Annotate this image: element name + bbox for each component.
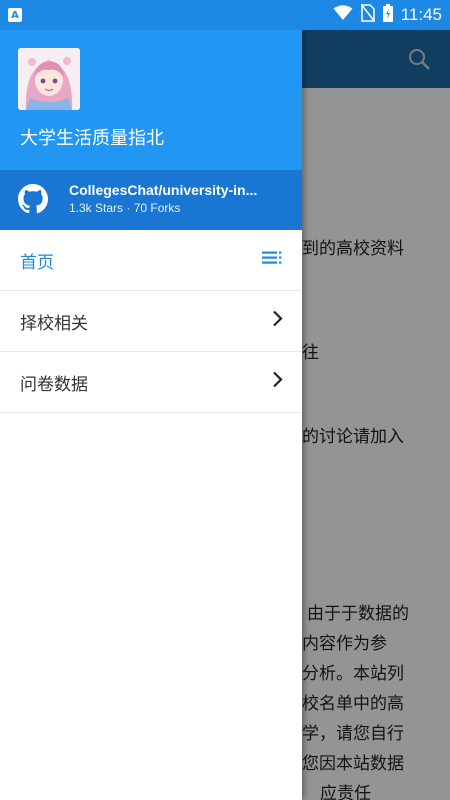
repo-stats: 1.3k Stars · 70 Forks <box>69 201 181 215</box>
repo-name: CollegesChat/university-in... <box>69 182 258 198</box>
nav-item-label: 首页 <box>20 252 54 273</box>
chevron-right-icon <box>272 310 284 332</box>
status-right: 11:45 <box>333 3 442 26</box>
wifi-icon <box>333 5 353 25</box>
nav-item-label: 择校相关 <box>20 313 88 334</box>
nav-item-school-selection[interactable]: 择校相关 <box>0 291 302 352</box>
battery-icon <box>382 4 393 26</box>
nav-item-home[interactable]: 首页 <box>0 230 302 291</box>
list-icon[interactable] <box>262 250 284 271</box>
navigation-drawer: 大学生活质量指北 CollegesChat/university-in... 1… <box>0 30 302 800</box>
github-icon <box>18 184 48 214</box>
status-left: A <box>8 8 22 22</box>
app-notification-icon: A <box>8 8 22 22</box>
chevron-right-icon <box>272 371 284 393</box>
no-sim-icon <box>360 3 376 26</box>
github-repo-link[interactable]: CollegesChat/university-in... 1.3k Stars… <box>0 170 302 230</box>
status-time: 11:45 <box>400 5 442 24</box>
repo-info: CollegesChat/university-in... 1.3k Stars… <box>69 182 289 215</box>
nav-item-survey-data[interactable]: 问卷数据 <box>0 352 302 413</box>
drawer-header: 大学生活质量指北 <box>0 30 302 170</box>
status-bar: A 11:45 <box>0 0 450 30</box>
site-title: 大学生活质量指北 <box>20 128 164 149</box>
avatar <box>18 48 80 110</box>
nav-item-label: 问卷数据 <box>20 374 88 395</box>
